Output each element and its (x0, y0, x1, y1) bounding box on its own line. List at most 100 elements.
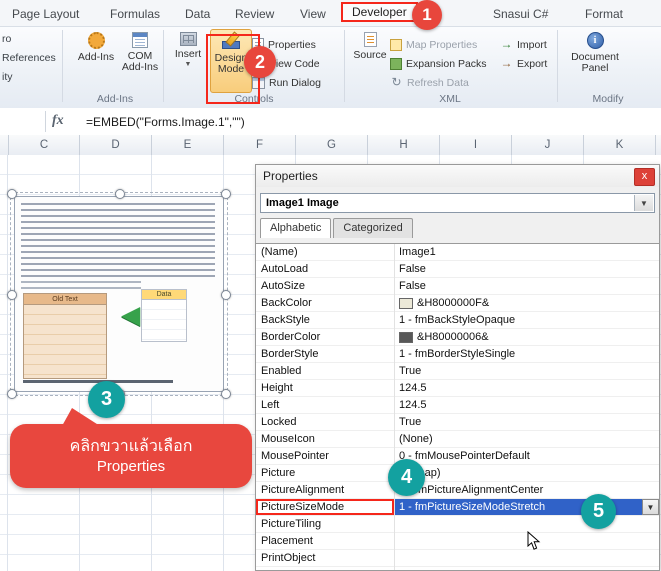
ribbon-tab[interactable]: Page Layout (8, 5, 83, 23)
refresh-data-button[interactable]: Refresh Data (390, 74, 469, 91)
xml-source-button[interactable]: Source (350, 29, 390, 94)
column-header[interactable]: G (296, 135, 368, 155)
property-value[interactable]: 1 - fmBorderStyleSingle ▼ (394, 346, 659, 362)
property-row[interactable]: Enabled True ▼ (256, 363, 659, 380)
close-icon[interactable]: x (634, 168, 655, 186)
property-name: PrintObject (256, 550, 394, 566)
column-header[interactable]: K (584, 135, 656, 155)
ribbon-tab[interactable]: Snasui C# (489, 5, 552, 23)
property-value[interactable]: True ▼ (394, 363, 659, 379)
ribbon-tab[interactable]: View (296, 5, 330, 23)
property-value[interactable]: 0 - fmMousePointerDefault ▼ (394, 448, 659, 464)
expansion-packs-button[interactable]: Expansion Packs (390, 55, 487, 72)
property-value[interactable]: 1 - fmPictureSizeModeStretch ▼ (394, 499, 659, 515)
property-value[interactable]: 1 - fmBackStyleOpaque ▼ (394, 312, 659, 328)
property-row[interactable]: BorderColor &H80000006& ▼ (256, 329, 659, 346)
property-value[interactable]: False ▼ (394, 278, 659, 294)
property-value[interactable]: (None) ▼ (394, 431, 659, 447)
document-panel-icon (587, 32, 604, 49)
property-value[interactable]: &H80000006& ▼ (394, 329, 659, 345)
property-value[interactable]: ▼ (394, 550, 659, 566)
selection-handle[interactable] (7, 389, 17, 399)
step-badge-3: 3 (88, 381, 125, 418)
ribbon-tab[interactable]: Developer (341, 2, 418, 22)
formula-text[interactable]: =EMBED("Forms.Image.1","") (86, 115, 245, 129)
property-row[interactable]: AutoLoad False ▼ (256, 261, 659, 278)
property-name: Placement (256, 533, 394, 549)
clipped-label: References (2, 52, 56, 64)
property-value[interactable]: 124.5 ▼ (394, 397, 659, 413)
property-row[interactable]: Left 124.5 ▼ (256, 397, 659, 414)
property-name: AutoLoad (256, 261, 394, 277)
ribbon-tab[interactable]: Formulas (106, 5, 164, 23)
property-row[interactable]: BorderStyle 1 - fmBorderStyleSingle ▼ (256, 346, 659, 363)
column-header[interactable]: C (8, 135, 80, 155)
property-value[interactable]: True ▼ (394, 414, 659, 430)
group-divider (557, 30, 558, 102)
chevron-down-icon[interactable]: ▼ (634, 195, 653, 211)
property-row[interactable]: BackStyle 1 - fmBackStyleOpaque ▼ (256, 312, 659, 329)
column-header[interactable]: E (152, 135, 224, 155)
property-row[interactable]: MousePointer 0 - fmMousePointerDefault ▼ (256, 448, 659, 465)
column-header[interactable]: H (368, 135, 440, 155)
mini-table-left (23, 305, 107, 379)
group-label-add-ins: Add-Ins (70, 93, 160, 105)
import-button[interactable]: Import (500, 36, 547, 53)
selection-handle[interactable] (221, 189, 231, 199)
ribbon-tab[interactable]: Review (231, 5, 278, 23)
property-value[interactable]: Image1 ▼ (394, 244, 659, 260)
ribbon-tab[interactable]: Format (581, 5, 627, 23)
tab-categorized[interactable]: Categorized (333, 218, 412, 238)
object-selector-dropdown[interactable]: Image1 Image ▼ (260, 193, 655, 213)
property-value[interactable]: False ▼ (394, 261, 659, 277)
property-value[interactable]: 2 - fmPictureAlignmentCenter ▼ (394, 482, 659, 498)
name-box-divider (45, 111, 46, 132)
embedded-image-object[interactable]: Old Text Data ◀ (14, 196, 224, 392)
property-row[interactable]: PrintObject ▼ (256, 550, 659, 567)
tab-alphabetic[interactable]: Alphabetic (260, 218, 331, 238)
property-name: Picture (256, 465, 394, 481)
fx-icon[interactable]: fx (52, 113, 64, 129)
property-value[interactable]: &H8000000F& ▼ (394, 295, 659, 311)
dropdown-arrow-icon[interactable]: ▼ (642, 499, 659, 515)
selection-handle[interactable] (7, 189, 17, 199)
column-header[interactable]: J (512, 135, 584, 155)
property-value[interactable]: (Bitmap) ▼ (394, 465, 659, 481)
design-mode-icon (222, 33, 240, 50)
export-button[interactable]: Export (500, 55, 547, 72)
property-row[interactable]: (Name) Image1 ▼ (256, 244, 659, 261)
property-row[interactable]: MouseIcon (None) ▼ (256, 431, 659, 448)
object-selector-value: Image1 Image (266, 197, 339, 209)
callout-text-properties: Properties (97, 457, 165, 476)
column-header[interactable]: F (224, 135, 296, 155)
column-header[interactable]: D (80, 135, 152, 155)
properties-window-title: Properties (256, 165, 659, 187)
selection-handle[interactable] (221, 389, 231, 399)
ribbon-tab[interactable]: Data (181, 5, 214, 23)
map-properties-button[interactable]: Map Properties (390, 36, 477, 53)
property-row[interactable]: Placement ▼ (256, 533, 659, 550)
property-row[interactable]: AutoSize False ▼ (256, 278, 659, 295)
add-ins-button[interactable]: Add-Ins (76, 29, 116, 94)
property-row[interactable]: Picture (Bitmap) ▼ (256, 465, 659, 482)
property-row[interactable]: Height 124.5 ▼ (256, 380, 659, 397)
property-value[interactable]: ▼ (394, 516, 659, 532)
formula-bar[interactable]: fx =EMBED("Forms.Image.1","") (0, 108, 661, 136)
mini-screenshot-text (21, 203, 215, 277)
column-header[interactable]: I (440, 135, 512, 155)
property-value[interactable]: 124.5 ▼ (394, 380, 659, 396)
mini-table-right-header: Data (141, 289, 187, 300)
com-add-ins-button[interactable]: COM Add-Ins (118, 29, 162, 94)
export-arrow-icon (500, 57, 513, 70)
step-badge-4: 4 (388, 459, 425, 496)
xml-source-icon (364, 32, 377, 47)
run-dialog-icon (252, 77, 265, 89)
property-row[interactable]: BackColor &H8000000F& ▼ (256, 295, 659, 312)
selection-handle[interactable] (221, 290, 231, 300)
insert-control-button[interactable]: Insert ▼ (168, 29, 208, 94)
add-ins-gear-icon (88, 32, 105, 49)
selection-handle[interactable] (115, 189, 125, 199)
selection-handle[interactable] (7, 290, 17, 300)
document-panel-button[interactable]: Document Panel (565, 29, 625, 94)
property-row[interactable]: Locked True ▼ (256, 414, 659, 431)
